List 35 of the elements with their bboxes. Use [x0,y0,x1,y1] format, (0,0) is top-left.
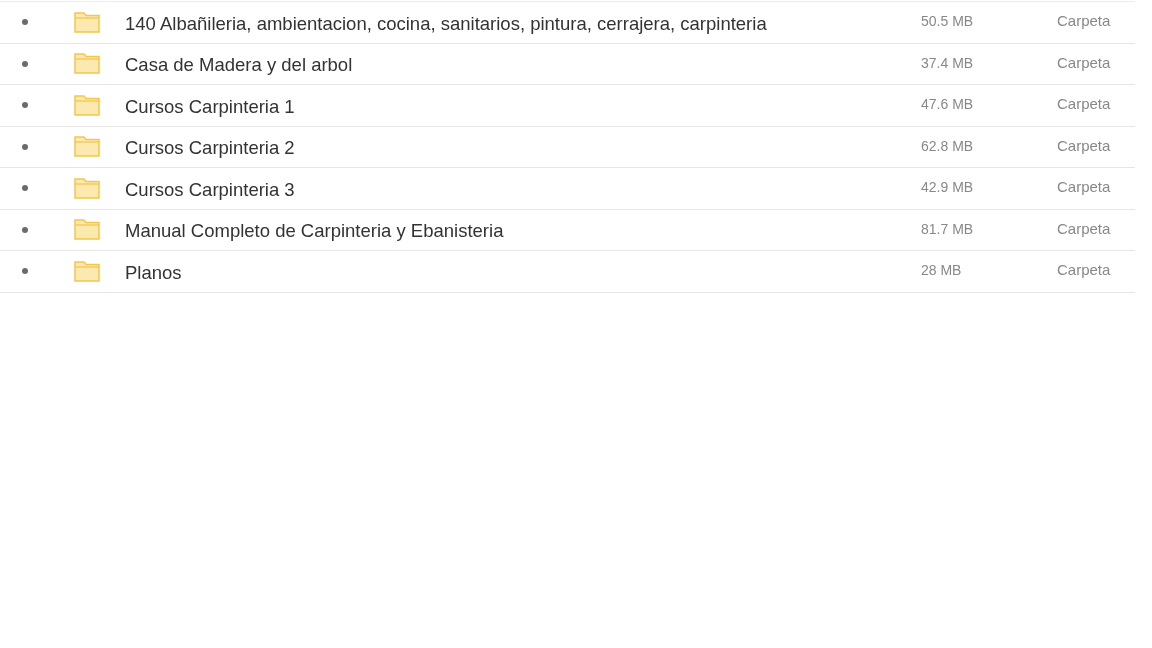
bullet-icon [22,185,28,192]
file-type: Carpeta [1057,219,1111,238]
folder-icon [74,219,100,241]
file-size: 50.5 MB [921,12,975,31]
file-type: Carpeta [1057,136,1111,155]
folder-icon [74,136,100,158]
folder-name[interactable]: Cursos Carpinteria 1 [125,95,921,118]
file-type: Carpeta [1057,178,1111,197]
folder-name[interactable]: Planos [125,261,921,284]
bullet-icon [22,268,28,275]
file-size: 37.4 MB [921,53,975,72]
bullet-icon [22,143,28,150]
file-size: 47.6 MB [921,95,975,114]
bullet-icon [22,60,28,67]
file-size: 81.7 MB [921,219,975,238]
file-size: 42.9 MB [921,178,975,197]
folder-icon [74,177,100,199]
folder-name[interactable]: Manual Completo de Carpinteria y Ebanisteria [125,220,921,243]
folder-name[interactable]: 140 Albañileria, ambientacion, cocina, sanitarios, pintura, cerrajera, carpinteria [125,12,921,35]
folder-name[interactable]: Cursos Carpinteria 3 [125,178,921,201]
folder-name[interactable]: Cursos Carpinteria 2 [125,137,921,160]
file-type: Carpeta [1057,12,1111,31]
bullet-icon [22,102,28,109]
folder-icon [74,53,100,75]
folder-icon [74,11,100,33]
file-type: Carpeta [1057,261,1111,280]
bullet-icon [22,19,28,26]
folder-icon [74,94,100,116]
file-type: Carpeta [1057,95,1111,114]
folder-icon [74,260,100,282]
file-size: 62.8 MB [921,136,975,155]
file-size: 28 MB [921,261,963,280]
folder-name[interactable]: Casa de Madera y del arbol [125,54,921,77]
file-type: Carpeta [1057,53,1111,72]
bullet-icon [22,226,28,233]
